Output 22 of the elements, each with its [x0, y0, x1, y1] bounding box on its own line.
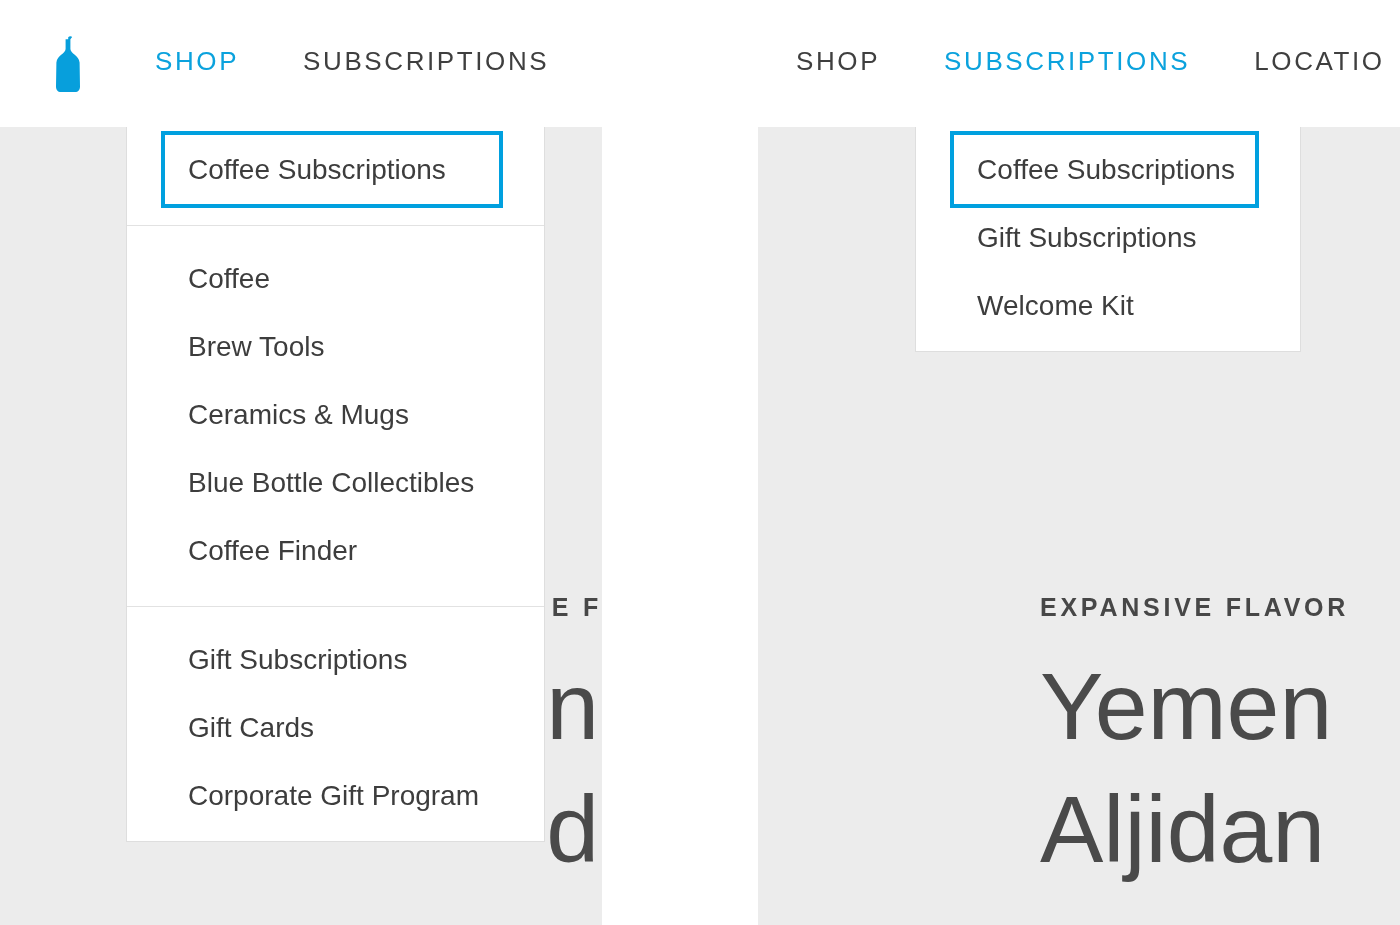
menu-item[interactable]: Blue Bottle Collectibles: [161, 453, 503, 512]
menu-item[interactable]: Coffee: [161, 249, 503, 308]
menu-item[interactable]: Ceramics & Mugs: [161, 385, 503, 444]
menu-item[interactable]: Gift Subscriptions: [161, 630, 503, 689]
nav-link[interactable]: SHOP: [796, 48, 881, 74]
menu-item[interactable]: Corporate Gift Program: [161, 766, 503, 825]
hero-title-line: Yemen: [1040, 652, 1333, 761]
nav-link[interactable]: LOCATIO: [1254, 48, 1385, 74]
menu-item[interactable]: Coffee Subscriptions: [161, 131, 503, 208]
hero-title-line: Aljidan: [1040, 775, 1326, 885]
hero-eyebrow: E F: [551, 595, 602, 620]
menu-item[interactable]: Gift Cards: [161, 698, 503, 757]
menu-item[interactable]: Gift Subscriptions: [950, 208, 1259, 267]
menu-item[interactable]: Coffee Subscriptions: [950, 131, 1259, 208]
menu-item[interactable]: Welcome Kit: [950, 276, 1259, 335]
bottle-logo-icon[interactable]: [55, 35, 81, 92]
hero-title-line: n: [546, 652, 599, 761]
hero-title-line: d: [546, 775, 599, 885]
menu-item[interactable]: Coffee Finder: [161, 521, 503, 580]
menu-item[interactable]: Brew Tools: [161, 317, 503, 376]
hero-eyebrow: EXPANSIVE FLAVOR: [1040, 595, 1350, 620]
nav-link[interactable]: SUBSCRIPTIONS: [303, 48, 550, 74]
